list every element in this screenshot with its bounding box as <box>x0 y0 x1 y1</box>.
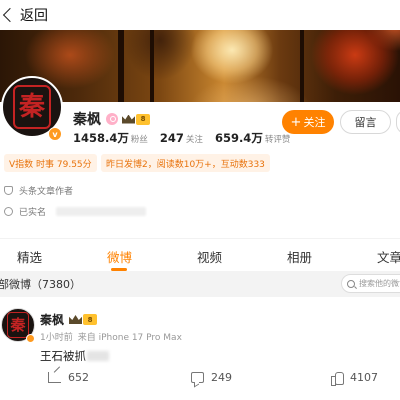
blurred-text <box>87 351 109 361</box>
v-index-tag[interactable]: V指数 时事 79.55分 <box>4 154 97 172</box>
following-count[interactable]: 247 <box>160 131 184 145</box>
real-name-icon <box>4 207 13 216</box>
real-name-line: 已实名 <box>4 205 147 218</box>
search-placeholder: 搜索他的微博 <box>359 279 400 288</box>
post-card[interactable]: 秦 秦枫 8 1小时前 来自 iPhone 17 Pro Max 王石被抓 652… <box>0 297 400 400</box>
post-author-row: 秦枫 8 <box>40 311 98 328</box>
comment-icon <box>191 372 204 383</box>
repost-count: 652 <box>68 371 89 384</box>
like-button[interactable]: 4107 <box>331 371 378 386</box>
top-bar: 返回 <box>0 0 400 30</box>
follow-label: 关注 <box>303 116 326 129</box>
search-icon <box>347 279 355 288</box>
real-name-label: 已实名 <box>19 208 47 218</box>
post-time: 1小时前 <box>40 333 73 343</box>
verified-badge-icon: v <box>48 127 62 141</box>
post-source: 来自 iPhone 17 Pro Max <box>77 333 182 343</box>
female-icon <box>106 113 118 125</box>
message-button[interactable]: 留言 <box>340 110 391 134</box>
seal-logo: 秦 <box>7 312 29 338</box>
filter-row: 部微博（7380） 搜索他的微博 <box>0 271 400 297</box>
thumbs-up-icon <box>331 371 344 386</box>
post-text-content: 王石被抓 <box>40 349 86 363</box>
seal-logo: 秦 <box>13 85 51 129</box>
interactions-label: 转评赞 <box>264 135 291 145</box>
post-text[interactable]: 王石被抓 <box>40 348 109 364</box>
chevron-left-icon <box>2 7 18 23</box>
seal-glyph: 秦 <box>18 92 45 122</box>
post-meta: 1小时前 来自 iPhone 17 Pro Max <box>40 330 182 343</box>
blurred-text <box>56 207 147 216</box>
plus-icon: + <box>290 114 302 130</box>
headline-author-label: 头条文章作者 <box>19 187 74 197</box>
vip-level-badge: 8 <box>83 314 98 325</box>
interactions-count: 659.4万 <box>214 131 263 145</box>
following-label[interactable]: 关注 <box>186 133 203 145</box>
stats-row: 1458.4万 粉丝 247 关注 659.4万 转评赞 <box>73 130 302 146</box>
followers-count[interactable]: 1458.4万 <box>73 130 129 146</box>
tab-video[interactable]: 视频 <box>197 247 222 266</box>
vip-level-badge[interactable]: 8 <box>136 113 150 125</box>
name-row: 秦枫 8 <box>73 109 150 129</box>
follow-button[interactable]: + 关注 <box>282 110 334 134</box>
profile-tabs: 精选 微博 视频 相册 文章 <box>0 238 400 271</box>
tab-album[interactable]: 相册 <box>287 247 312 266</box>
followers-label[interactable]: 粉丝 <box>131 133 148 145</box>
search-input[interactable]: 搜索他的微博 <box>341 274 400 293</box>
headline-author-icon <box>4 186 13 195</box>
crown-icon <box>69 315 83 324</box>
repost-icon <box>48 372 61 383</box>
tab-weibo[interactable]: 微博 <box>107 247 132 266</box>
message-label: 留言 <box>354 116 377 129</box>
like-count: 4107 <box>350 371 378 384</box>
repost-button[interactable]: 652 <box>48 371 89 384</box>
comment-button[interactable]: 249 <box>191 371 232 384</box>
tab-featured[interactable]: 精选 <box>17 247 42 266</box>
crown-icon[interactable] <box>122 114 135 124</box>
seal-glyph: 秦 <box>10 315 26 334</box>
user-name: 秦枫 <box>73 112 101 128</box>
back-label: 返回 <box>20 8 48 24</box>
verified-badge-icon <box>26 334 35 343</box>
tab-articles[interactable]: 文章 <box>377 247 400 266</box>
headline-author-line: 头条文章作者 <box>4 184 73 197</box>
back-button[interactable]: 返回 <box>0 0 48 30</box>
more-button[interactable] <box>396 110 400 134</box>
comment-count: 249 <box>211 371 232 384</box>
all-posts-filter[interactable]: 部微博（7380） <box>0 276 81 292</box>
yesterday-stats-tag[interactable]: 昨日发博2，阅读数10万+，互动数333 <box>101 154 270 172</box>
post-author-name[interactable]: 秦枫 <box>40 311 64 328</box>
